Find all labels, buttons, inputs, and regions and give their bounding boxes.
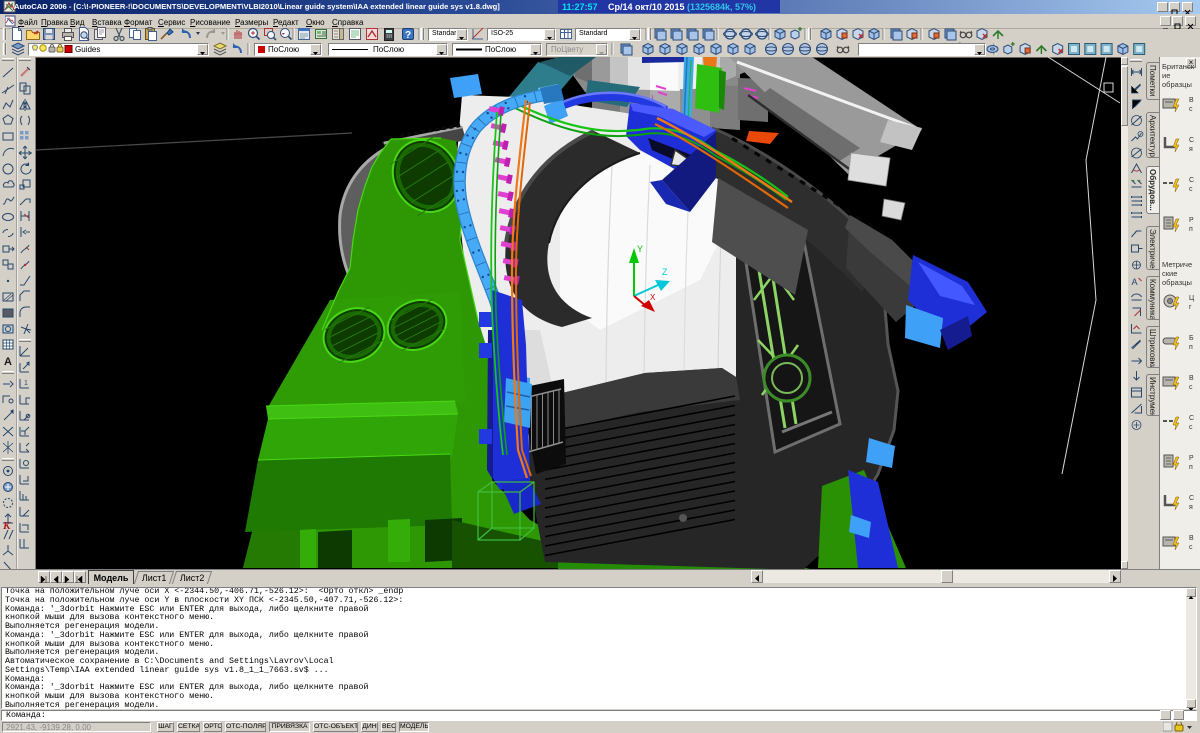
svg-text:Британск: Британск — [1162, 62, 1195, 71]
svg-text:я: я — [1189, 146, 1193, 153]
svg-text:ские: ские — [1162, 269, 1177, 278]
svg-text:Z: Z — [662, 267, 668, 277]
svg-text:В: В — [1189, 97, 1194, 104]
svg-text:Метриче: Метриче — [1162, 260, 1192, 269]
svg-text:С: С — [1189, 137, 1194, 144]
svg-text:С: С — [1189, 177, 1194, 184]
svg-text:Б: Б — [1189, 335, 1194, 342]
svg-text:В: В — [1189, 375, 1194, 382]
svg-text:1: 1 — [24, 380, 28, 387]
svg-text:С: С — [1189, 495, 1194, 502]
svg-text:с: с — [1189, 106, 1193, 113]
svg-text:с: с — [1189, 384, 1193, 391]
svg-text:Р: Р — [1189, 455, 1194, 462]
svg-text:с: с — [1189, 186, 1193, 193]
svg-text:X: X — [650, 293, 656, 302]
svg-text:Ц: Ц — [1189, 295, 1195, 302]
svg-text:Y: Y — [637, 244, 643, 254]
svg-text:A: A — [1132, 277, 1138, 287]
svg-text:п: п — [1189, 464, 1193, 471]
svg-text:ие: ие — [1162, 71, 1170, 80]
svg-text:С: С — [1189, 415, 1194, 422]
svg-text:п: п — [1189, 344, 1193, 351]
svg-text:я: я — [1189, 504, 1193, 511]
svg-text:с: с — [1189, 424, 1193, 431]
svg-text:В: В — [1189, 535, 1194, 542]
svg-text:образцы: образцы — [1162, 278, 1192, 287]
svg-text:К: К — [2, 520, 11, 532]
svg-text:A: A — [4, 356, 12, 368]
svg-text:образцы: образцы — [1162, 80, 1192, 89]
svg-text:г: г — [1189, 304, 1192, 311]
svg-text:п: п — [1189, 226, 1193, 233]
svg-text:с: с — [1189, 544, 1193, 551]
svg-text:Р: Р — [1189, 217, 1194, 224]
